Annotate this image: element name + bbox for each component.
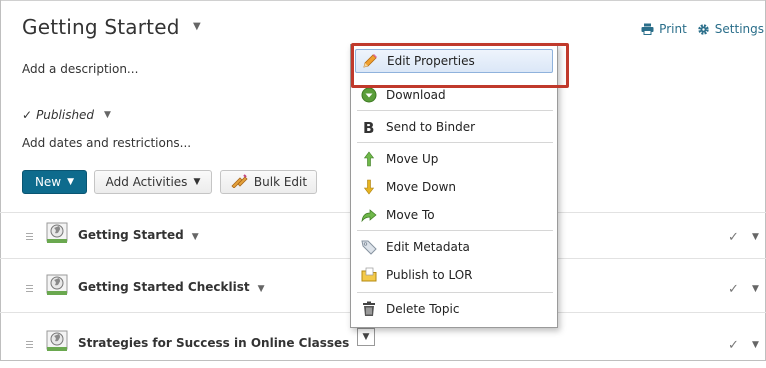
add-activities-label: Add Activities — [105, 175, 188, 189]
menu-item-edit-properties[interactable]: Edit Properties — [355, 49, 553, 73]
header-actions: Print Settings — [641, 22, 764, 36]
drag-handle-icon[interactable] — [26, 285, 33, 295]
bulk-edit-icon — [230, 173, 248, 191]
chevron-down-icon: ▼ — [67, 177, 75, 187]
move-to-icon — [361, 207, 377, 223]
topic-context-menu: Edit Properties Download B Send to Binde… — [350, 44, 558, 328]
menu-item-publish-to-lor[interactable]: Publish to LOR — [351, 262, 557, 288]
tag-icon — [361, 239, 377, 255]
new-button[interactable]: New ▼ — [22, 170, 87, 194]
publish-status[interactable]: ✓ Published ▼ — [22, 108, 111, 122]
print-label: Print — [659, 22, 687, 36]
trash-icon — [361, 301, 377, 317]
menu-item-label: Delete Topic — [386, 302, 460, 316]
topic-title[interactable]: Getting Started Checklist ▼ — [78, 280, 265, 294]
visibility-check-icon[interactable]: ✓ — [728, 230, 739, 245]
web-page-icon — [46, 330, 68, 352]
topic-title[interactable]: Strategies for Success in Online Classes — [78, 336, 378, 350]
add-dates-link[interactable]: Add dates and restrictions... — [22, 136, 191, 150]
chevron-down-icon[interactable]: ▼ — [258, 284, 265, 294]
topic-title[interactable]: Getting Started ▼ — [78, 228, 199, 242]
menu-item-label: Move To — [386, 208, 435, 222]
binder-icon: B — [361, 119, 377, 135]
menu-divider — [357, 110, 553, 111]
title-menu-caret[interactable]: ▼ — [193, 21, 201, 32]
menu-item-label: Edit Properties — [387, 54, 475, 68]
new-button-label: New — [34, 175, 62, 189]
web-page-icon — [46, 222, 68, 244]
menu-item-delete-topic[interactable]: Delete Topic — [351, 296, 557, 322]
chevron-down-icon[interactable]: ▼ — [752, 232, 759, 242]
menu-item-label: Edit Metadata — [386, 240, 470, 254]
arrow-down-icon — [361, 179, 377, 195]
publish-status-label: Published — [36, 108, 95, 122]
web-page-icon — [46, 274, 68, 296]
menu-item-label: Move Down — [386, 180, 456, 194]
page-title: Getting Started — [22, 15, 180, 39]
menu-item-label: Move Up — [386, 152, 439, 166]
menu-item-label: Download — [386, 88, 446, 102]
chevron-down-icon[interactable]: ▼ — [752, 284, 759, 294]
bulk-edit-button[interactable]: Bulk Edit — [220, 170, 317, 194]
chevron-down-icon: ▼ — [104, 110, 111, 120]
menu-item-move-down[interactable]: Move Down — [351, 174, 557, 200]
menu-divider — [357, 292, 553, 293]
menu-item-label: Publish to LOR — [386, 268, 473, 282]
bulk-edit-label: Bulk Edit — [253, 175, 308, 189]
folder-icon — [361, 267, 377, 283]
chevron-down-icon[interactable]: ▼ — [192, 232, 199, 242]
svg-text:B: B — [363, 119, 374, 135]
menu-item-move-to[interactable]: Move To — [351, 202, 557, 228]
settings-label: Settings — [714, 22, 764, 36]
checkmark-icon: ✓ — [22, 108, 33, 122]
menu-item-label: Send to Binder — [386, 120, 476, 134]
download-icon — [361, 87, 377, 103]
menu-item-download[interactable]: Download — [351, 82, 557, 108]
topic-context-menu-button[interactable]: ▼ — [357, 328, 375, 346]
menu-item-edit-metadata[interactable]: Edit Metadata — [351, 234, 557, 260]
visibility-check-icon[interactable]: ✓ — [728, 338, 739, 353]
print-link[interactable]: Print — [641, 22, 687, 36]
gear-icon — [697, 23, 710, 36]
menu-item-send-to-binder[interactable]: B Send to Binder — [351, 114, 557, 140]
menu-item-move-up[interactable]: Move Up — [351, 146, 557, 172]
chevron-down-icon[interactable]: ▼ — [752, 340, 759, 350]
settings-link[interactable]: Settings — [697, 22, 764, 36]
arrow-up-icon — [361, 151, 377, 167]
chevron-down-icon: ▼ — [193, 177, 201, 187]
menu-divider — [357, 230, 553, 231]
printer-icon — [641, 23, 654, 35]
drag-handle-icon[interactable] — [26, 341, 33, 351]
add-activities-button[interactable]: Add Activities ▼ — [94, 170, 212, 194]
visibility-check-icon[interactable]: ✓ — [728, 282, 739, 297]
pencil-icon — [362, 53, 378, 69]
add-description-link[interactable]: Add a description... — [22, 62, 138, 76]
drag-handle-icon[interactable] — [26, 233, 33, 243]
menu-divider — [357, 142, 553, 143]
